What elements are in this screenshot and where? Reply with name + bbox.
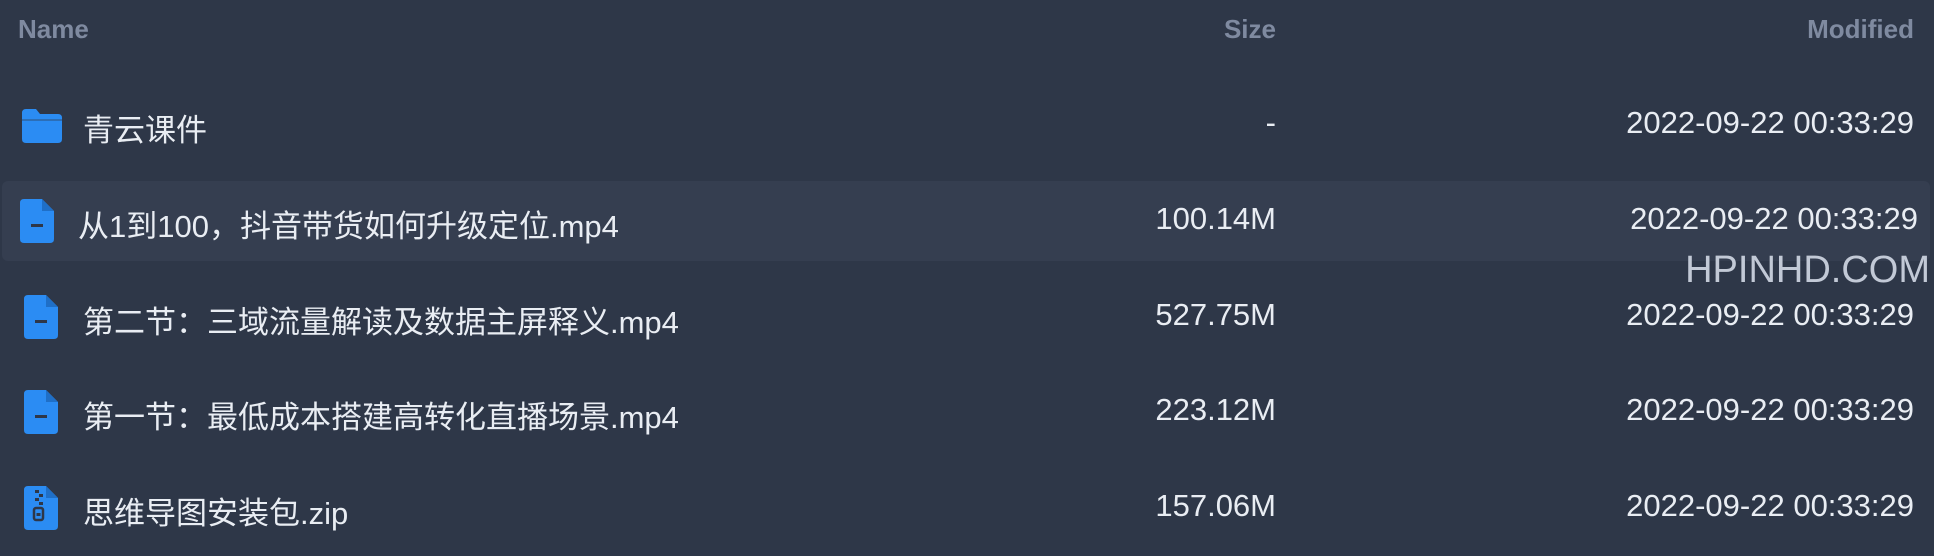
list-item-folder[interactable]: 青云课件 - 2022-09-22 00:33:29 xyxy=(0,85,1934,165)
item-modified: 2022-09-22 00:33:29 xyxy=(1626,488,1914,523)
file-list: Name Size Modified 青云课件 - 2022-09-22 00:… xyxy=(0,0,1934,556)
folder-icon xyxy=(20,105,64,145)
file-icon xyxy=(22,295,66,339)
item-modified: 2022-09-22 00:33:29 xyxy=(1626,297,1914,332)
list-item-file[interactable]: 从1到100，抖音带货如何升级定位.mp4 100.14M 2022-09-22… xyxy=(2,181,1930,261)
item-size: 100.14M xyxy=(1155,201,1276,236)
column-header-name[interactable]: Name xyxy=(18,14,89,45)
column-header-size[interactable]: Size xyxy=(1224,14,1276,45)
column-header-modified[interactable]: Modified xyxy=(1807,14,1914,45)
item-modified: 2022-09-22 00:33:29 xyxy=(1626,392,1914,427)
item-size: 527.75M xyxy=(1155,297,1276,332)
list-item-file[interactable]: 第二节：三域流量解读及数据主屏释义.mp4 527.75M 2022-09-22… xyxy=(0,277,1934,357)
item-name[interactable]: 第一节：最低成本搭建高转化直播场景.mp4 xyxy=(83,392,679,437)
zip-file-icon xyxy=(22,486,66,530)
file-list-header: Name Size Modified xyxy=(0,0,1934,62)
item-name[interactable]: 青云课件 xyxy=(83,105,207,150)
item-modified: 2022-09-22 00:33:29 xyxy=(1630,201,1918,236)
file-icon xyxy=(18,199,62,243)
list-item-file[interactable]: 第一节：最低成本搭建高转化直播场景.mp4 223.12M 2022-09-22… xyxy=(0,372,1934,452)
item-size: - xyxy=(1265,105,1276,140)
list-item-file[interactable]: 思维导图安装包.zip 157.06M 2022-09-22 00:33:29 xyxy=(0,468,1934,548)
item-name[interactable]: 思维导图安装包.zip xyxy=(83,488,348,533)
item-size: 157.06M xyxy=(1155,488,1276,523)
watermark: HPINHD.COM xyxy=(1685,249,1930,291)
item-modified: 2022-09-22 00:33:29 xyxy=(1626,105,1914,140)
item-name[interactable]: 第二节：三域流量解读及数据主屏释义.mp4 xyxy=(83,297,679,342)
item-name[interactable]: 从1到100，抖音带货如何升级定位.mp4 xyxy=(78,201,619,246)
file-icon xyxy=(22,390,66,434)
item-size: 223.12M xyxy=(1155,392,1276,427)
